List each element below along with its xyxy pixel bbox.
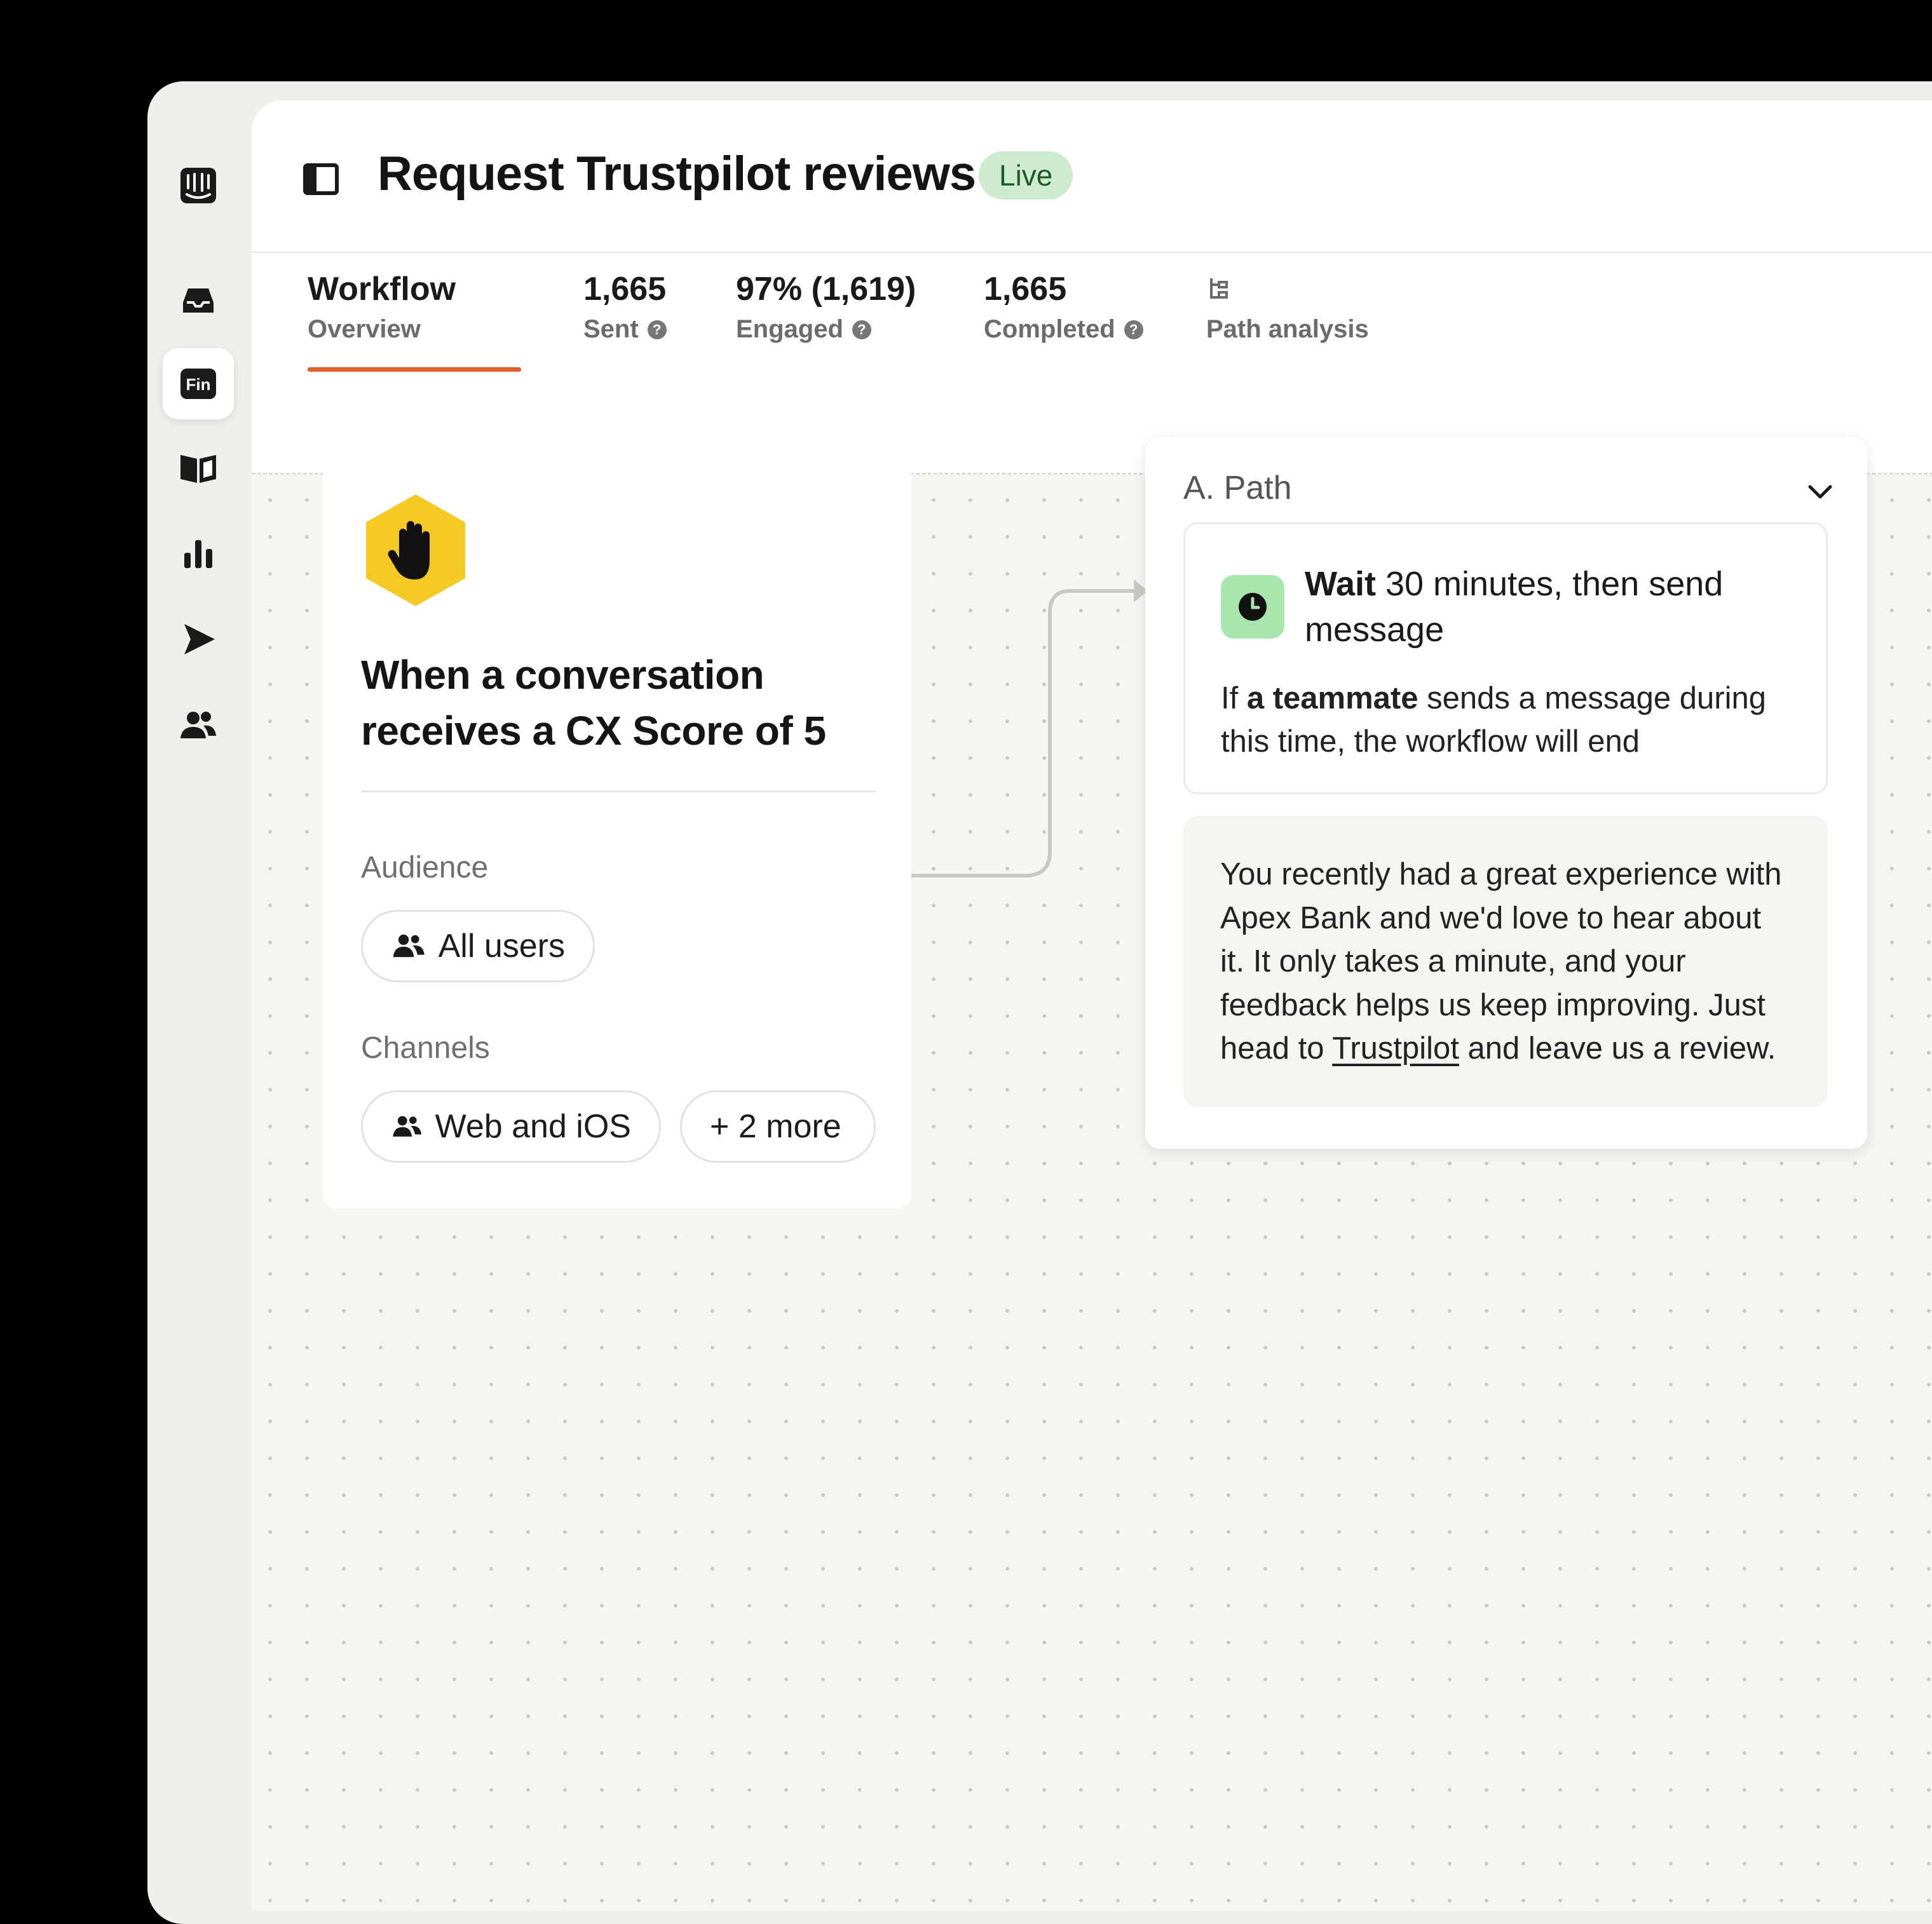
users-icon [393, 934, 425, 958]
divider [361, 790, 876, 792]
tab-label: Engaged? [736, 315, 916, 344]
page-title: Request Trustpilot reviews [378, 147, 976, 201]
channels-value: Web and iOS [435, 1108, 631, 1145]
note-prefix: If [1221, 681, 1247, 715]
logo-icon[interactable] [163, 150, 234, 221]
tab-sent[interactable]: 1,665 Sent? [583, 269, 667, 344]
wait-text: Wait 30 minutes, then send message [1305, 561, 1800, 653]
help-icon[interactable]: ? [1124, 320, 1143, 339]
hand-icon [366, 494, 465, 606]
wait-note: If a teammate sends a message during thi… [1221, 677, 1793, 763]
inbox-icon[interactable] [163, 264, 234, 335]
tab-label: Overview [308, 315, 421, 343]
active-tab-indicator [308, 367, 521, 372]
reports-icon[interactable] [163, 518, 234, 590]
more-channels-pill[interactable]: + 2 more [680, 1090, 876, 1163]
message-preview[interactable]: You recently had a great experience with… [1183, 816, 1828, 1107]
wait-bold: Wait [1305, 565, 1376, 603]
status-badge: Live [979, 151, 1073, 200]
tab-value: Workflow [308, 271, 456, 308]
users-icon [393, 1116, 422, 1137]
tab-label: Completed? [984, 315, 1143, 344]
clock-icon [1221, 575, 1284, 639]
message-after: and leave us a review. [1459, 1031, 1776, 1066]
tab-value: 97% (1,619) [736, 271, 916, 308]
contacts-icon[interactable] [163, 690, 234, 761]
path-analysis-icon [1206, 269, 1369, 309]
path-card[interactable]: A. Path Wait 30 minutes, then send messa… [1145, 437, 1867, 1149]
tab-label: Path analysis [1206, 315, 1369, 343]
tab-label: Sent? [583, 315, 667, 344]
tab-label-text: Sent [583, 315, 639, 343]
outbound-icon[interactable] [163, 604, 234, 675]
audience-value: All users [438, 928, 565, 965]
tab-workflow-overview[interactable]: Workflow Overview [308, 269, 456, 344]
tab-completed[interactable]: 1,665 Completed? [984, 269, 1143, 344]
panel-toggle-icon[interactable] [303, 161, 339, 198]
tab-value: 1,665 [984, 271, 1067, 308]
path-title: A. Path [1183, 470, 1292, 506]
channels-pill[interactable]: Web and iOS [361, 1090, 661, 1163]
audience-label: Audience [361, 851, 489, 884]
tab-label-text: Completed [984, 315, 1115, 343]
fin-icon[interactable]: Fin [163, 348, 234, 419]
fin-label: Fin [186, 375, 211, 394]
tab-label-text: Engaged [736, 315, 843, 343]
book-icon[interactable] [163, 432, 234, 503]
tab-value: 1,665 [583, 271, 667, 308]
chevron-down-icon[interactable] [1806, 482, 1834, 502]
help-icon[interactable]: ? [852, 320, 871, 339]
more-channels-label: + 2 more [710, 1108, 841, 1145]
connector-line [911, 579, 1148, 877]
note-bold: a teammate [1246, 681, 1418, 715]
wait-step[interactable]: Wait 30 minutes, then send message If a … [1183, 522, 1828, 794]
channels-label: Channels [361, 1031, 490, 1065]
tab-path-analysis[interactable]: Path analysis [1206, 269, 1369, 344]
trustpilot-link[interactable]: Trustpilot [1332, 1031, 1459, 1066]
workflow-canvas[interactable]: Request Trustpilot reviews Live Workflow… [252, 100, 1932, 1911]
page-header: Request Trustpilot reviews Live [252, 100, 1932, 254]
help-icon[interactable]: ? [647, 320, 667, 339]
audience-pill[interactable]: All users [361, 910, 595, 982]
trigger-card[interactable]: When a conversation receives a CX Score … [323, 438, 911, 1209]
tab-engaged[interactable]: 97% (1,619) Engaged? [736, 269, 916, 344]
trigger-title: When a conversation receives a CX Score … [361, 652, 826, 754]
